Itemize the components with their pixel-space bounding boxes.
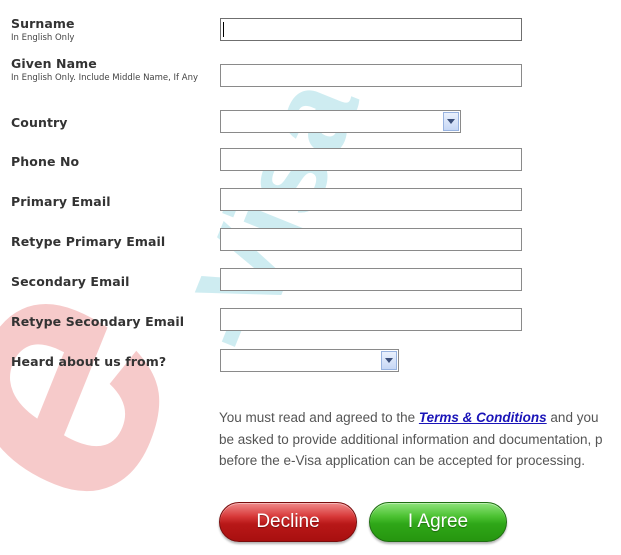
notice-line-2: be asked to provide additional informati…	[219, 431, 603, 447]
country-label: Country	[11, 115, 68, 130]
given-name-label: Given Name	[11, 56, 97, 71]
terms-notice: You must read and agreed to the Terms & …	[219, 407, 621, 472]
surname-hint: In English Only	[11, 33, 75, 43]
retype-secondary-email-label: Retype Secondary Email	[11, 314, 185, 329]
retype-primary-email-input[interactable]	[220, 228, 522, 251]
retype-secondary-email-input[interactable]	[220, 308, 522, 331]
country-select[interactable]	[220, 110, 461, 133]
notice-text: You must read and agreed to the	[219, 410, 419, 425]
primary-email-input[interactable]	[220, 188, 522, 211]
notice-line-1: You must read and agreed to the Terms & …	[219, 407, 621, 429]
phone-input[interactable]	[220, 148, 522, 171]
notice-line-3: before the e-Visa application can be acc…	[219, 453, 585, 468]
secondary-email-input[interactable]	[220, 268, 522, 291]
text-caret	[223, 22, 224, 37]
given-name-input[interactable]	[220, 64, 522, 87]
surname-input[interactable]	[220, 18, 522, 41]
chevron-down-icon[interactable]	[443, 112, 459, 131]
chevron-down-icon[interactable]	[381, 351, 397, 370]
secondary-email-label: Secondary Email	[11, 274, 130, 289]
primary-email-label: Primary Email	[11, 194, 111, 209]
agree-button[interactable]: I Agree	[369, 502, 507, 542]
given-name-hint: In English Only. Include Middle Name, If…	[11, 73, 198, 83]
phone-label: Phone No	[11, 154, 80, 169]
heard-about-select[interactable]	[220, 349, 399, 372]
decline-button[interactable]: Decline	[219, 502, 357, 542]
heard-about-label: Heard about us from?	[11, 354, 167, 369]
surname-label: Surname	[11, 16, 75, 31]
retype-primary-email-label: Retype Primary Email	[11, 234, 166, 249]
registration-form: Surname In English Only Given Name In En…	[0, 0, 621, 555]
terms-conditions-link[interactable]: Terms & Conditions	[419, 410, 547, 425]
notice-text: and you	[546, 410, 599, 425]
